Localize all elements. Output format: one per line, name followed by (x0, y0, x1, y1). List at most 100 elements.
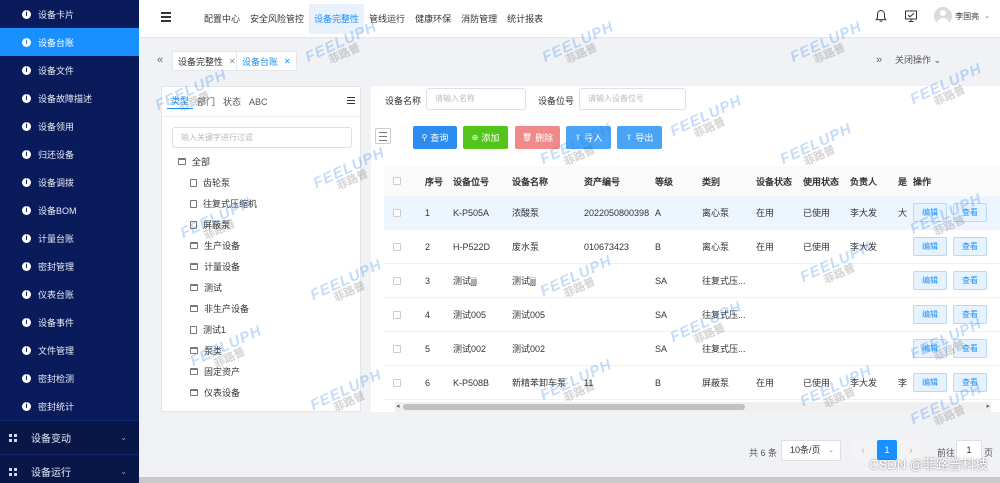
row-checkbox[interactable] (393, 310, 401, 319)
row-checkbox[interactable] (393, 378, 401, 387)
view-button[interactable]: 查看 (953, 237, 987, 256)
tab-device-ledger[interactable]: 设备台账 ✕ (236, 51, 297, 71)
scroll-left-icon[interactable]: ◂ (396, 402, 400, 412)
menu-toggle-icon[interactable] (161, 12, 171, 22)
monitor-icon[interactable] (904, 9, 918, 23)
tree-node[interactable]: 测试 (162, 277, 362, 298)
bottom-scrollbar[interactable] (139, 477, 1000, 483)
tree-node-root[interactable]: 全部 (162, 151, 362, 172)
delete-button[interactable]: 🗑 删除 (515, 126, 560, 149)
tree-search-input[interactable]: 输入关键字进行过滤 (172, 127, 352, 148)
view-button[interactable]: 查看 (953, 203, 987, 222)
row-checkbox[interactable] (393, 344, 401, 353)
tab-device-integrity[interactable]: 设备完整性 ✕ (172, 51, 242, 71)
top-nav-item[interactable]: 统计报表 (502, 4, 548, 34)
cell-dstat: 在用 (756, 378, 775, 388)
view-button[interactable]: 查看 (953, 339, 987, 358)
cell-code: 测试005 (453, 310, 487, 320)
bell-icon[interactable] (874, 9, 888, 23)
sidebar-item[interactable]: i 设备事件 (0, 308, 139, 336)
scroll-right-icon[interactable]: ▸ (986, 402, 990, 412)
view-button[interactable]: 查看 (953, 305, 987, 324)
sidebar-item[interactable]: i 设备台账 (0, 28, 139, 56)
scrollbar-thumb[interactable] (403, 404, 745, 410)
edit-button[interactable]: 编辑 (913, 305, 947, 324)
col-header: 等级 (655, 176, 674, 187)
tree-tab-abc[interactable]: ABC (245, 97, 272, 107)
export-button[interactable]: ⇪ 导出 (617, 126, 662, 149)
chevron-down-icon[interactable]: ⌄ (984, 12, 990, 20)
avatar[interactable] (934, 7, 953, 25)
sidebar-item[interactable]: i 文件管理 (0, 336, 139, 364)
sidebar-group[interactable]: 设备运行 ⌄ (0, 454, 139, 483)
cell-ops: 编辑 查看 (910, 271, 999, 290)
column-settings-icon[interactable] (375, 128, 391, 144)
tree-node[interactable]: 往复式压缩机 (162, 193, 362, 214)
username[interactable]: 李国亮 (955, 11, 979, 22)
sidebar-item[interactable]: i 仪表台账 (0, 280, 139, 308)
view-button[interactable]: 查看 (953, 373, 987, 392)
top-nav-item[interactable]: 配置中心 (199, 4, 245, 34)
sidebar-item[interactable]: i 设备调拨 (0, 168, 139, 196)
top-nav-item[interactable]: 设备完整性 (309, 4, 365, 34)
close-icon[interactable]: ✕ (229, 57, 236, 66)
tree-node[interactable]: 齿轮泵 (162, 172, 362, 193)
sidebar-group[interactable]: 设备变动 ⌄ (0, 420, 139, 454)
row-checkbox[interactable] (393, 242, 401, 251)
double-chevron-left-icon[interactable]: « (157, 54, 163, 66)
table-row[interactable]: 5 测试002 测试002 SA 往复式压... 编辑 查看 (384, 332, 1000, 366)
sidebar-item[interactable]: i 密封统计 (0, 392, 139, 420)
sidebar-item[interactable]: i 设备文件 (0, 56, 139, 84)
top-nav-item[interactable]: 健康环保 (410, 4, 456, 34)
top-nav-item[interactable]: 消防管理 (456, 4, 502, 34)
top-nav-item[interactable]: 安全风险管控 (245, 4, 309, 34)
table-row[interactable]: 6 K-P508B 新精苯卸车泵 11 B 屏蔽泵 在用 已使用 李大发 李编辑 查看 (384, 366, 1000, 400)
view-button[interactable]: 查看 (953, 271, 987, 290)
sidebar-item[interactable]: i 设备故障描述 (0, 84, 139, 112)
sidebar-item[interactable]: i 设备卡片 (0, 0, 139, 28)
sidebar-item[interactable]: i 归还设备 (0, 140, 139, 168)
edit-button[interactable]: 编辑 (913, 271, 947, 290)
tree-node[interactable]: 生产设备 (162, 235, 362, 256)
horizontal-scrollbar[interactable]: ◂ ▸ (395, 402, 991, 412)
tree-tab-status[interactable]: 状态 (219, 95, 245, 108)
top-nav-item[interactable]: 管线运行 (364, 4, 410, 34)
query-button[interactable]: ⚲ 查询 (413, 126, 457, 149)
table-row[interactable]: 4 测试005 测试005 SA 往复式压... 编辑 查看 (384, 298, 1000, 332)
import-button[interactable]: ⇪ 导入 (566, 126, 611, 149)
edit-button[interactable]: 编辑 (913, 237, 947, 256)
device-code-input[interactable]: 请输入设备位号 (579, 88, 686, 110)
tree-node[interactable]: 仪表设备 (162, 382, 362, 403)
double-chevron-right-icon[interactable]: » (876, 54, 882, 66)
table-row[interactable]: 2 H-P522D 废水泵 010673423 B 离心泵 在用 已使用 李大发 编辑 查看 (384, 230, 1000, 264)
tree-node[interactable]: 测试1 (162, 319, 362, 340)
table-row[interactable]: 1 K-P505A 浓酸泵 2022050800398 A 离心泵 在用 已使用 李大发 大编辑查… (384, 196, 1000, 230)
page-size-select[interactable]: 10条/页 ⌄ (781, 440, 841, 461)
row-checkbox[interactable] (393, 276, 401, 285)
table-row[interactable]: 3 测试jjj 测试jjj SA 往复式压... 编辑 查看 (384, 264, 1000, 298)
select-all-checkbox[interactable] (393, 177, 401, 185)
close-operations-menu[interactable]: 关闭操作 ⌄ (895, 53, 941, 66)
edit-button[interactable]: 编辑 (913, 339, 947, 358)
tree-node[interactable]: 泵类 (162, 340, 362, 361)
add-button[interactable]: ⊕ 添加 (463, 126, 508, 149)
sidebar-item[interactable]: i 设备BOM (0, 196, 139, 224)
sidebar-item[interactable]: i 密封检测 (0, 364, 139, 392)
tree-tab-type[interactable]: 类型 (167, 94, 194, 109)
cell-no: 2 (425, 241, 431, 252)
menu-icon[interactable] (347, 97, 355, 106)
tree-node[interactable]: 非生产设备 (162, 298, 362, 319)
tree-node[interactable]: 屏蔽泵 (162, 214, 362, 235)
tree-node-label: 齿轮泵 (203, 178, 231, 188)
close-icon[interactable]: ✕ (284, 57, 291, 66)
edit-button[interactable]: 编辑 (913, 203, 947, 222)
device-name-input[interactable]: 请输入名称 (426, 88, 526, 110)
sidebar-item[interactable]: i 密封管理 (0, 252, 139, 280)
tree-tab-dept[interactable]: 部门 (193, 95, 219, 108)
sidebar-item[interactable]: i 设备领用 (0, 112, 139, 140)
tree-node[interactable]: 固定资产 (162, 361, 362, 382)
row-checkbox[interactable] (393, 208, 401, 217)
edit-button[interactable]: 编辑 (913, 373, 947, 392)
tree-node[interactable]: 计量设备 (162, 256, 362, 277)
sidebar-item[interactable]: i 计量台账 (0, 224, 139, 252)
